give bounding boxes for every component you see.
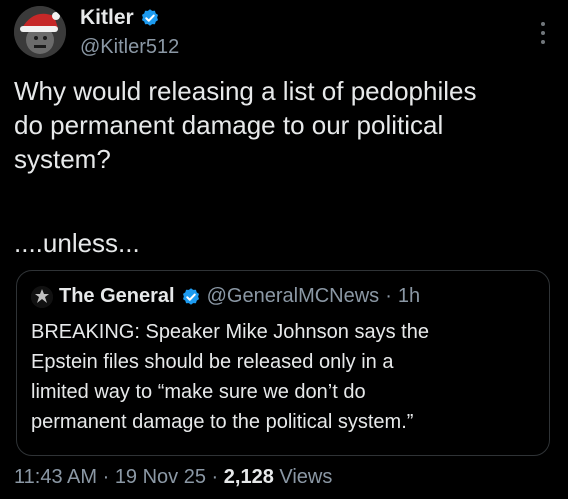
- quoted-author-name[interactable]: The General: [59, 285, 175, 308]
- quoted-separator: ·: [385, 285, 392, 307]
- views-count: 2,128: [223, 466, 274, 488]
- meta-separator: ·: [205, 466, 224, 488]
- quoted-verified-badge-icon: [182, 287, 199, 305]
- views-label: Views: [273, 466, 333, 488]
- verified-badge-icon: [141, 9, 158, 26]
- more-options-icon[interactable]: [540, 22, 546, 44]
- quoted-tweet-header: The General @GeneralMCNews · 1h: [31, 285, 420, 308]
- quoted-tweet-text: BREAKING: Speaker Mike Johnson says the …: [31, 321, 429, 433]
- author-avatar[interactable]: [14, 6, 66, 58]
- tweet-text-tail: ....unless...: [14, 228, 140, 258]
- quoted-timestamp[interactable]: 1h: [398, 285, 420, 308]
- author-handle[interactable]: @Kitler512: [80, 36, 179, 59]
- quoted-author-handle[interactable]: @GeneralMCNews: [207, 285, 380, 308]
- meta-separator: ·: [97, 466, 115, 488]
- general-avatar-icon: [31, 285, 53, 308]
- quoted-tweet-card[interactable]: The General @GeneralMCNews · 1h BREAKING…: [16, 270, 550, 456]
- author-display-name[interactable]: Kitler: [80, 6, 134, 30]
- tweet-text: Why would releasing a list of pedophiles…: [14, 76, 477, 174]
- tweet-meta: 11:43 AM · 19 Nov 25 · 2,128 Views: [14, 466, 332, 489]
- tweet-date[interactable]: 19 Nov 25: [115, 466, 206, 488]
- author-name-row: Kitler: [80, 6, 160, 30]
- santa-hat-avatar-icon: [14, 6, 66, 58]
- tweet-time[interactable]: 11:43 AM: [14, 466, 97, 488]
- quoted-author-avatar[interactable]: [31, 285, 53, 308]
